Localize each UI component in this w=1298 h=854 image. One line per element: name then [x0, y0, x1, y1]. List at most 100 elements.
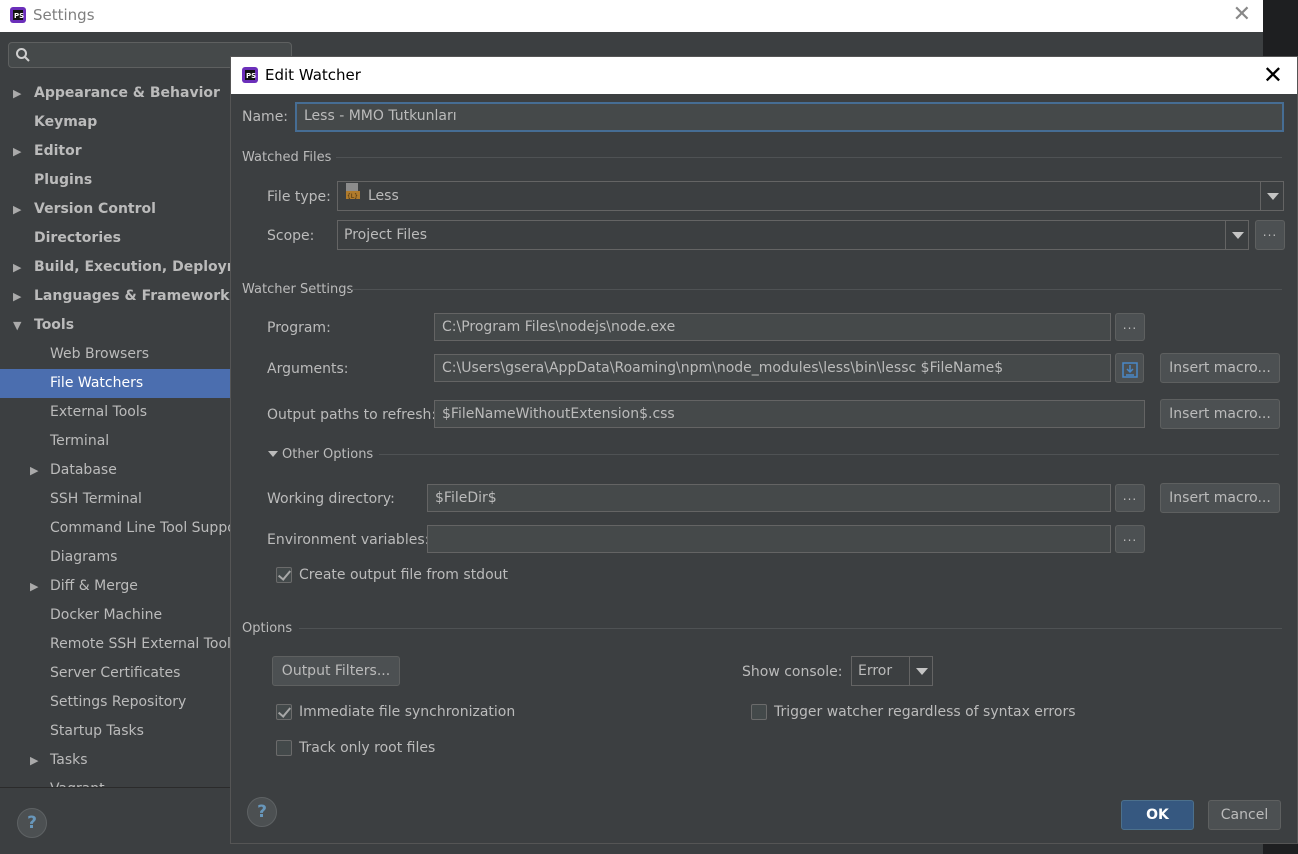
create-output-label[interactable]: Create output file from stdout — [299, 567, 508, 583]
output-paths-insert-macro-button[interactable]: Insert macro... — [1160, 399, 1280, 429]
create-output-checkbox[interactable] — [276, 567, 292, 583]
other-options-separator — [379, 454, 1279, 455]
file-type-label: File type: — [267, 189, 331, 205]
show-console-dropdown-icon[interactable] — [909, 657, 932, 685]
settings-tree-item[interactable]: Terminal — [0, 427, 230, 456]
collapsed-arrow-icon[interactable]: ▶ — [13, 195, 21, 224]
settings-tree-item[interactable]: ▶ Editor — [0, 137, 230, 166]
settings-tree: ▶ Appearance & Behavior Keymap ▶ Editor Plugi… — [0, 79, 230, 804]
immediate-sync-checkbox[interactable] — [276, 704, 292, 720]
trigger-watcher-label[interactable]: Trigger watcher regardless of syntax err… — [774, 704, 1076, 720]
phpstorm-app-icon: PS — [10, 7, 26, 27]
other-options-section[interactable]: Other Options — [282, 447, 373, 462]
settings-tree-item[interactable]: SSH Terminal — [0, 485, 230, 514]
collapsed-arrow-icon[interactable]: ▶ — [13, 282, 21, 311]
working-directory-label: Working directory: — [267, 491, 395, 507]
settings-tree-item-label: Startup Tasks — [50, 723, 144, 739]
environment-variables-browse-button[interactable]: ... — [1115, 525, 1145, 553]
other-options-collapse-icon[interactable] — [268, 451, 278, 457]
settings-tree-item[interactable]: ▶ Diff & Merge — [0, 572, 230, 601]
scope-browse-button[interactable]: ... — [1255, 220, 1285, 250]
settings-tree-item[interactable]: Web Browsers — [0, 340, 230, 369]
settings-tree-item-label: Plugins — [34, 172, 93, 188]
settings-tree-item[interactable]: Command Line Tool Support — [0, 514, 230, 543]
settings-tree-item-label: Editor — [34, 143, 82, 159]
program-browse-button[interactable]: ... — [1115, 313, 1145, 341]
arguments-input[interactable]: C:\Users\gsera\AppData\Roaming\npm\node_… — [434, 354, 1111, 382]
settings-tree-item-label: Settings Repository — [50, 694, 187, 710]
settings-tree-item-label: Languages & Frameworks — [34, 288, 230, 304]
collapsed-arrow-icon[interactable]: ▶ — [13, 79, 21, 108]
settings-tree-item[interactable]: External Tools — [0, 398, 230, 427]
expand-field-icon — [1122, 360, 1138, 388]
watched-files-separator — [336, 157, 1282, 158]
file-type-value: Less — [368, 188, 399, 204]
show-console-select[interactable]: Error — [851, 656, 933, 686]
dialog-close-icon[interactable]: ✕ — [1263, 61, 1283, 89]
scope-select[interactable]: Project Files — [337, 220, 1249, 250]
collapsed-arrow-icon[interactable]: ▶ — [30, 572, 38, 601]
settings-tree-item-label: Tools — [34, 317, 75, 333]
settings-tree-item-label: Diagrams — [50, 549, 118, 565]
settings-tree-item[interactable]: Remote SSH External Tools — [0, 630, 230, 659]
settings-tree-item[interactable]: ▶ Build, Execution, Deployment — [0, 253, 230, 282]
collapsed-arrow-icon[interactable]: ▶ — [30, 456, 38, 485]
settings-tree-item[interactable]: ▶ Languages & Frameworks — [0, 282, 230, 311]
settings-tree-item-label: File Watchers — [50, 375, 144, 391]
watched-files-section: Watched Files — [242, 150, 332, 165]
settings-tree-item-label: SSH Terminal — [50, 491, 142, 507]
settings-tree-item[interactable]: Keymap — [0, 108, 230, 137]
environment-variables-input[interactable] — [427, 525, 1111, 553]
settings-help-button[interactable]: ? — [17, 808, 47, 838]
expanded-arrow-icon[interactable]: ▼ — [13, 311, 21, 340]
settings-tree-item[interactable]: ▶ Database — [0, 456, 230, 485]
help-button[interactable]: ? — [247, 797, 277, 827]
settings-tree-item[interactable]: Plugins — [0, 166, 230, 195]
file-type-dropdown-icon[interactable] — [1260, 182, 1283, 210]
settings-tree-item-label: Version Control — [34, 201, 156, 217]
settings-tree-item[interactable]: File Watchers — [0, 369, 230, 398]
working-directory-browse-button[interactable]: ... — [1115, 484, 1145, 512]
search-icon — [15, 47, 31, 67]
program-input[interactable]: C:\Program Files\nodejs\node.exe — [434, 313, 1111, 341]
settings-tree-item-label: Remote SSH External Tools — [50, 636, 230, 652]
settings-tree-item[interactable]: Startup Tasks — [0, 717, 230, 746]
immediate-sync-label[interactable]: Immediate file synchronization — [299, 704, 515, 720]
name-input[interactable]: Less - MMO Tutkunları — [295, 102, 1284, 132]
track-root-label[interactable]: Track only root files — [299, 740, 435, 756]
settings-tree-item-label: Tasks — [50, 752, 88, 768]
settings-tree-item[interactable]: ▶ Version Control — [0, 195, 230, 224]
track-root-checkbox[interactable] — [276, 740, 292, 756]
settings-tree-item[interactable]: ▼ Tools — [0, 311, 230, 340]
svg-text:PS: PS — [14, 12, 24, 20]
file-type-select[interactable]: {L} Less — [337, 181, 1284, 211]
settings-tree-item[interactable]: Server Certificates — [0, 659, 230, 688]
settings-tree-item[interactable]: Diagrams — [0, 543, 230, 572]
cancel-button[interactable]: Cancel — [1208, 800, 1281, 830]
scope-dropdown-icon[interactable] — [1225, 221, 1248, 249]
output-paths-input[interactable]: $FileNameWithoutExtension$.css — [434, 400, 1145, 428]
arguments-insert-macro-button[interactable]: Insert macro... — [1160, 353, 1280, 383]
show-console-label: Show console: — [742, 664, 843, 680]
settings-tree-item-label: Command Line Tool Support — [50, 520, 230, 536]
collapsed-arrow-icon[interactable]: ▶ — [13, 137, 21, 166]
show-console-value: Error — [858, 663, 893, 679]
collapsed-arrow-icon[interactable]: ▶ — [30, 746, 38, 775]
settings-tree-item[interactable]: Settings Repository — [0, 688, 230, 717]
arguments-expand-button[interactable] — [1115, 353, 1144, 383]
working-directory-insert-macro-button[interactable]: Insert macro... — [1160, 483, 1280, 513]
settings-tree-item[interactable]: Directories — [0, 224, 230, 253]
dialog-titlebar: PS Edit Watcher ✕ — [231, 57, 1297, 94]
settings-close-icon[interactable]: ✕ — [1233, 2, 1251, 27]
output-filters-button[interactable]: Output Filters... — [272, 656, 400, 686]
settings-tree-item[interactable]: ▶ Tasks — [0, 746, 230, 775]
collapsed-arrow-icon[interactable]: ▶ — [13, 253, 21, 282]
edit-watcher-dialog: PS Edit Watcher ✕ Name: Less - MMO Tutku… — [230, 56, 1298, 844]
trigger-watcher-checkbox[interactable] — [751, 704, 767, 720]
settings-tree-item[interactable]: Docker Machine — [0, 601, 230, 630]
watcher-settings-separator — [351, 289, 1282, 290]
ok-button[interactable]: OK — [1121, 800, 1194, 830]
settings-tree-item[interactable]: ▶ Appearance & Behavior — [0, 79, 230, 108]
phpstorm-app-icon: PS — [242, 67, 258, 87]
working-directory-input[interactable]: $FileDir$ — [427, 484, 1111, 512]
